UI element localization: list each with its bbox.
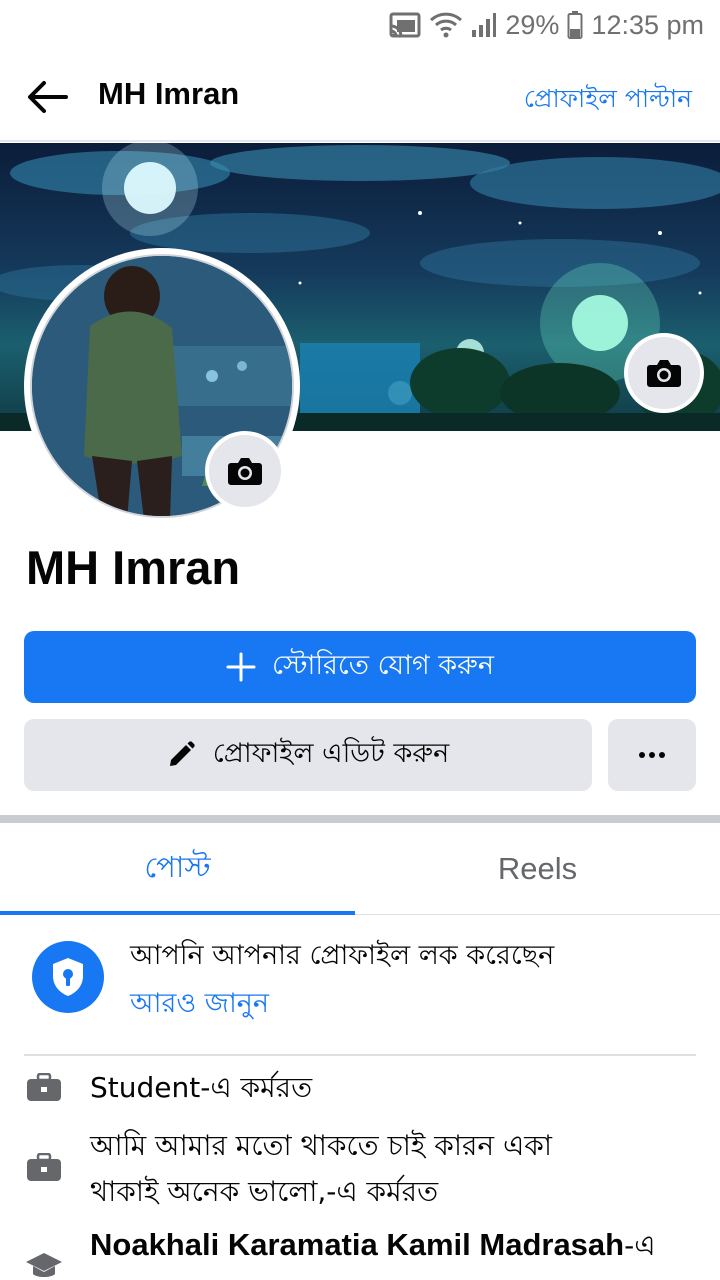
back-button[interactable]	[24, 74, 70, 120]
school-suffix: -এ	[624, 1229, 656, 1262]
profile-name: MH Imran	[26, 541, 241, 594]
header-title: MH Imran	[98, 76, 240, 111]
learn-more-link[interactable]: আরও জানুন	[130, 983, 269, 1028]
edit-profile-label: প্রোফাইল এডিট করুন	[212, 737, 450, 769]
wifi-icon	[429, 12, 463, 38]
school-name[interactable]: Noakhali Karamatia Kamil Madrasah	[90, 1227, 624, 1262]
info-divider	[24, 1054, 696, 1056]
time: 12:35 pm	[591, 9, 704, 40]
profile-lock-badge	[32, 941, 104, 1013]
edit-profile-button[interactable]: প্রোফাইল এডিট করুন	[24, 719, 592, 791]
section-divider	[0, 815, 720, 823]
status-bar: 29% 12:35 pm	[0, 0, 720, 50]
graduation-cap-icon	[24, 1246, 64, 1280]
tab-reels[interactable]: Reels	[360, 823, 715, 915]
switch-profile-link[interactable]: প্রোফাইল পাল্টান	[524, 79, 692, 122]
status-icons: 29% 12:35 pm	[389, 8, 704, 42]
add-story-button[interactable]: স্টোরিতে যোগ করুন	[24, 631, 696, 703]
avatar-camera-button[interactable]	[205, 431, 285, 511]
info-work-2: আমি আমার মতো থাকতে চাই কারন একা থাকাই অন…	[90, 1123, 690, 1215]
info-work-2-line2: থাকাই অনেক ভালো,-এ কর্মরত	[90, 1175, 439, 1208]
arrow-left-icon	[28, 81, 68, 113]
briefcase-icon	[24, 1068, 64, 1108]
battery-text: 29%	[505, 9, 560, 40]
profile-tabs: পোস্ট Reels	[0, 823, 720, 915]
info-work-1: Student-এ কর্মরত	[90, 1071, 313, 1104]
info-education: Noakhali Karamatia Kamil Madrasah-এ	[90, 1222, 690, 1269]
camera-icon	[228, 458, 262, 485]
pencil-icon	[169, 741, 195, 766]
battery-icon	[567, 11, 583, 39]
tab-posts[interactable]: পোস্ট	[0, 823, 355, 915]
add-story-label: স্টোরিতে যোগ করুন	[272, 649, 494, 681]
active-tab-indicator	[0, 911, 355, 915]
info-work-2-line1: আমি আমার মতো থাকতে চাই কারন একা	[90, 1129, 553, 1162]
cover-camera-button[interactable]	[624, 333, 704, 413]
more-horizontal-icon	[639, 752, 665, 758]
briefcase-icon	[24, 1148, 64, 1188]
camera-icon	[647, 360, 681, 387]
more-options-button[interactable]	[608, 719, 696, 791]
plus-icon	[226, 652, 256, 682]
signal-icon	[471, 12, 497, 38]
profile-locked-text: আপনি আপনার প্রোফাইল লক করেছেন	[130, 940, 555, 971]
shield-lock-icon	[53, 958, 83, 996]
cast-icon	[389, 12, 421, 38]
top-bar: MH Imran প্রোফাইল পাল্টান	[0, 50, 720, 142]
